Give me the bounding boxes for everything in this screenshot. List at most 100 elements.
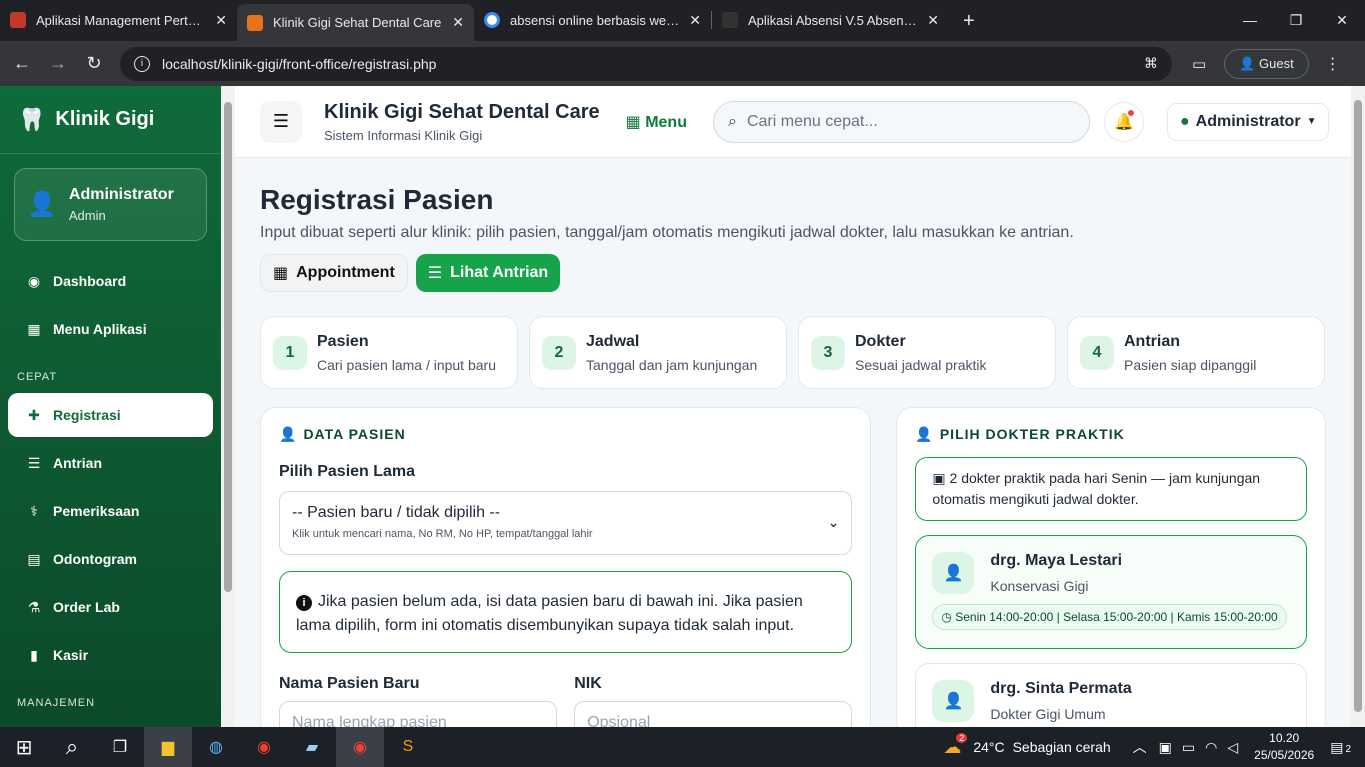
sublime-text-icon[interactable]: S (384, 727, 432, 767)
notification-center-icon[interactable]: ▤ 2 (1330, 739, 1351, 756)
sidebar-item-order-lab[interactable]: ⚗ Order Lab (8, 585, 213, 629)
minimize-icon[interactable]: — (1227, 0, 1273, 40)
browser-tab-active[interactable]: Klinik Gigi Sehat Dental Care ✕ (237, 4, 474, 41)
site-info-icon[interactable]: i (134, 55, 150, 72)
system-tray: ☁ 2 24°C Sebagian cerah ︿ ▣ ▭ ◠ ◁ 10.20 2… (943, 727, 1365, 767)
nik-label: NIK (574, 675, 602, 692)
tab-favicon-icon (10, 12, 26, 28)
browser-menu-icon[interactable]: ⋮ (1325, 54, 1341, 74)
sidebar: 🦷 Klinik Gigi 👤 Administrator Admin ◉ Da… (0, 86, 221, 727)
pilih-dokter-heading: 👤 PILIH DOKTER PRAKTIK (915, 426, 1307, 443)
window-controls: — ❐ ✕ (1227, 0, 1365, 40)
browser-tab[interactable]: absensi online berbasis web php ✕ (474, 3, 711, 37)
weather-desc[interactable]: Sebagian cerah (1013, 739, 1111, 755)
wifi-icon[interactable]: ◠ (1205, 739, 1217, 756)
heading-text: DATA PASIEN (303, 426, 406, 442)
sidebar-item-pemeriksaan[interactable]: ⚕ Pemeriksaan (8, 489, 213, 533)
sidebar-brand[interactable]: 🦷 Klinik Gigi (0, 86, 221, 154)
windows-start-icon[interactable]: ⊞ (0, 727, 48, 767)
appointment-button[interactable]: ▦ Appointment (260, 254, 408, 292)
browser-tab[interactable]: Aplikasi Management Pertandingan ✕ (0, 3, 237, 37)
step-card: 4 Antrian Pasien siap dipanggil (1067, 316, 1325, 389)
step-number: 1 (273, 335, 307, 370)
sidebar-item-menu-aplikasi[interactable]: ▦ Menu Aplikasi (8, 307, 213, 351)
task-view-icon[interactable]: ❐ (96, 727, 144, 767)
app-title: Klinik Gigi Sehat Dental Care (324, 100, 600, 123)
tab-close-icon[interactable]: ✕ (689, 12, 701, 29)
tab-favicon-icon (247, 14, 263, 31)
chevron-up-icon[interactable]: ︿ (1133, 737, 1147, 757)
tab-close-icon[interactable]: ✕ (452, 14, 464, 31)
chrome-icon[interactable]: ◉ (240, 727, 288, 767)
sidebar-item-odontogram[interactable]: ▤ Odontogram (8, 537, 213, 581)
notification-count: 2 (1345, 743, 1351, 755)
back-icon[interactable]: ← (4, 53, 40, 74)
chrome-icon[interactable]: ◉ (336, 727, 384, 767)
clock[interactable]: 10.20 25/05/2026 (1254, 730, 1314, 764)
weather-icon[interactable]: ☁ 2 (943, 732, 968, 758)
reload-icon[interactable]: ↻ (76, 53, 112, 74)
menu-label: Menu (645, 113, 687, 131)
nama-pasien-input[interactable]: Nama lengkap pasien (279, 701, 558, 727)
app-subtitle: Sistem Informasi Klinik Gigi (324, 127, 483, 143)
forward-icon[interactable]: → (40, 53, 76, 74)
action-buttons: ▦ Appointment ☰ Lihat Antrian (260, 254, 1326, 292)
close-window-icon[interactable]: ✕ (1319, 0, 1365, 40)
user-doctor-icon: 👤 (27, 191, 57, 218)
volume-icon[interactable]: ◁ (1227, 739, 1238, 756)
user-icon: 👤 (279, 426, 298, 442)
menu-link[interactable]: ▦ Menu (626, 112, 687, 132)
table-icon: ▤ (27, 550, 41, 567)
form-columns: 👤 DATA PASIEN Pilih Pasien Lama -- Pasien… (260, 407, 1326, 727)
notepad-icon[interactable]: ▰ (288, 727, 336, 767)
profile-button[interactable]: 👤 Guest (1224, 48, 1309, 79)
doctor-specialty: Konservasi Gigi (990, 578, 1089, 594)
sidebar-item-dashboard[interactable]: ◉ Dashboard (8, 259, 213, 303)
network-app-icon[interactable]: ◍ (192, 727, 240, 767)
step-title: Jadwal (586, 332, 640, 350)
new-tab-button[interactable]: + (963, 10, 975, 33)
app-title-block: Klinik Gigi Sehat Dental Care Sistem Inf… (324, 101, 600, 143)
scrollbar-thumb[interactable] (1354, 100, 1362, 712)
sidebar-item-registrasi[interactable]: ✚ Registrasi (8, 393, 213, 437)
cast-icon[interactable]: ▭ (1192, 55, 1206, 73)
stethoscope-icon: ⚕ (30, 502, 38, 519)
sidebar-scrollbar[interactable] (221, 86, 235, 727)
tab-close-icon[interactable]: ✕ (215, 12, 227, 29)
page-scrollbar[interactable] (1351, 86, 1365, 727)
sidebar-item-antrian[interactable]: ☰ Antrian (8, 441, 213, 485)
sidebar-section-manajemen: MANAJEMEN (17, 697, 96, 709)
file-explorer-icon[interactable]: ▆ (144, 727, 192, 767)
user-role: Admin (68, 208, 106, 223)
weather-temp[interactable]: 24°C (973, 739, 1004, 755)
translate-icon[interactable]: ⌘ (1144, 55, 1158, 72)
sidebar-item-label: Order Lab (53, 599, 120, 615)
pasien-select[interactable]: -- Pasien baru / tidak dipilih -- Klik u… (279, 491, 853, 555)
step-number: 4 (1080, 335, 1114, 370)
address-bar[interactable]: i localhost/klinik-gigi/front-office/reg… (120, 46, 1172, 81)
caret-down-icon: ▼ (1306, 116, 1317, 127)
flask-icon: ⚗ (27, 598, 41, 615)
tab-favicon-icon (722, 12, 738, 28)
tray-app-icon[interactable]: ▣ (1159, 739, 1172, 756)
nik-input[interactable]: Opsional (574, 701, 853, 727)
web-page: 🦷 Klinik Gigi 👤 Administrator Admin ◉ Da… (0, 86, 1365, 727)
dokter-info-text: 2 dokter praktik pada hari Senin — jam k… (932, 470, 1261, 507)
hamburger-menu-button[interactable]: ☰ (260, 100, 302, 143)
search-icon[interactable]: ⌕ (48, 727, 96, 767)
step-title: Antrian (1124, 332, 1180, 350)
search-input[interactable]: ⌕ Cari menu cepat... (712, 100, 1090, 143)
doctor-card[interactable]: 👤 drg. Sinta Permata Dokter Gigi Umum (915, 663, 1307, 727)
browser-tab[interactable]: Aplikasi Absensi V.5 Absen dengan ✕ (712, 3, 949, 37)
restore-icon[interactable]: ❐ (1273, 0, 1319, 40)
lihat-antrian-button[interactable]: ☰ Lihat Antrian (415, 254, 561, 292)
doctor-card-selected[interactable]: 👤 drg. Maya Lestari Konservasi Gigi ◷ Se… (915, 535, 1307, 649)
notification-button[interactable]: 🔔 (1103, 101, 1144, 142)
doctor-name: drg. Sinta Permata (990, 680, 1132, 697)
battery-icon[interactable]: ▭ (1182, 739, 1195, 756)
sidebar-item-kasir[interactable]: ▮ Kasir (8, 633, 213, 677)
admin-dropdown[interactable]: ● Administrator ▼ (1166, 102, 1330, 141)
schedule-text: Senin 14:00-20:00 | Selasa 15:00-20:00 |… (955, 610, 1278, 624)
tab-close-icon[interactable]: ✕ (927, 12, 939, 29)
scrollbar-thumb[interactable] (224, 102, 232, 592)
